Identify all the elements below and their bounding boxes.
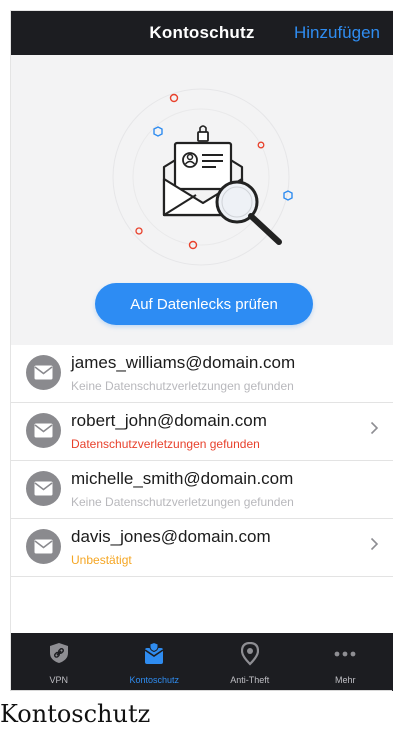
envelope-icon	[34, 423, 53, 438]
app-screen: Kontoschutz Hinzufügen Auf Datenlecks pr…	[10, 10, 393, 691]
tab-anti-theft[interactable]: Anti-Theft	[202, 633, 298, 691]
account-row[interactable]: michelle_smith@domain.com Keine Datensch…	[11, 461, 393, 519]
add-button[interactable]: Hinzufügen	[294, 23, 380, 43]
envelope-icon	[34, 481, 53, 496]
mail-avatar	[26, 413, 61, 448]
check-data-leaks-button[interactable]: Auf Datenlecks prüfen	[95, 283, 313, 325]
account-protection-icon	[144, 642, 164, 664]
envelope-icon	[34, 365, 53, 380]
account-status: Keine Datenschutzverletzungen gefunden	[71, 495, 294, 509]
account-email: robert_john@domain.com	[71, 411, 267, 430]
screen-caption: Kontoschutz	[0, 700, 151, 728]
chevron-right-icon[interactable]	[370, 537, 379, 551]
location-pin-icon	[240, 642, 259, 666]
account-row[interactable]: james_williams@domain.com Keine Datensch…	[11, 345, 393, 403]
shield-link-icon	[49, 643, 68, 663]
account-status: Datenschutzverletzungen gefunden	[71, 437, 260, 451]
mail-avatar	[26, 529, 61, 564]
navigation-bar: Kontoschutz Hinzufügen	[11, 11, 393, 55]
tab-kontoschutz[interactable]: Kontoschutz	[107, 633, 203, 691]
hero-panel: Auf Datenlecks prüfen	[11, 55, 393, 345]
account-row[interactable]: robert_john@domain.com Datenschutzverlet…	[11, 403, 393, 461]
account-email: davis_jones@domain.com	[71, 527, 271, 546]
account-email: michelle_smith@domain.com	[71, 469, 294, 488]
tab-label: Kontoschutz	[129, 675, 180, 685]
account-list: james_williams@domain.com Keine Datensch…	[11, 345, 393, 577]
tab-mehr[interactable]: Mehr	[298, 633, 393, 691]
tab-label: Anti-Theft	[230, 675, 270, 685]
account-status: Unbestätigt	[71, 553, 132, 567]
account-row[interactable]: davis_jones@domain.com Unbestätigt	[11, 519, 393, 577]
divider	[10, 690, 392, 691]
tab-label: Mehr	[334, 675, 356, 685]
mail-avatar	[26, 355, 61, 390]
mail-avatar	[26, 471, 61, 506]
chevron-right-icon[interactable]	[370, 421, 379, 435]
account-email: james_williams@domain.com	[71, 353, 296, 372]
account-status: Keine Datenschutzverletzungen gefunden	[71, 379, 294, 393]
more-dots-icon	[334, 651, 356, 657]
tab-bar: VPN Kontoschutz Anti-Theft Mehr	[11, 633, 393, 691]
tab-vpn[interactable]: VPN	[11, 633, 107, 691]
envelope-icon	[34, 539, 53, 554]
tab-label: VPN	[49, 675, 68, 685]
